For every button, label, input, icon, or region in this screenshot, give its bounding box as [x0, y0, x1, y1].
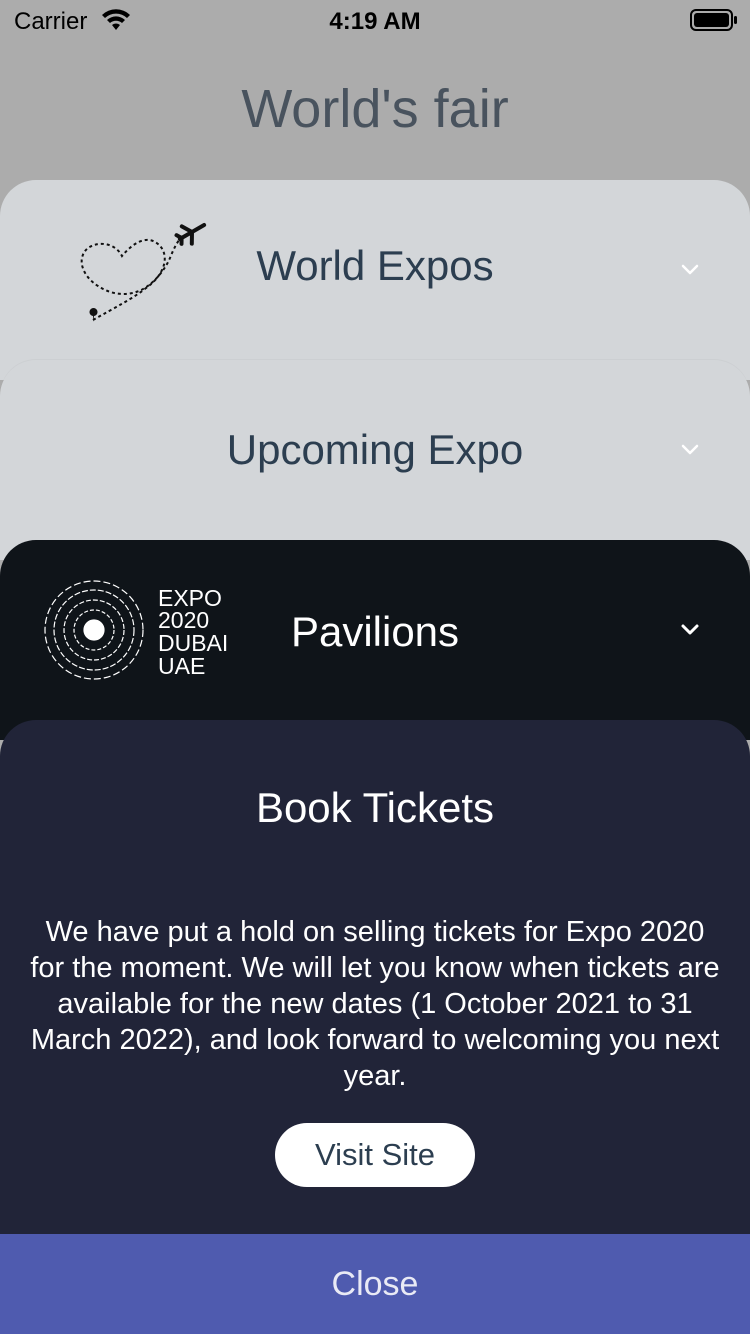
status-bar: Carrier 4:19 AM [0, 0, 750, 40]
chevron-down-icon[interactable] [676, 616, 704, 644]
visit-site-button[interactable]: Visit Site [275, 1123, 475, 1187]
page-title: World's fair [241, 79, 509, 139]
book-tickets-description: We have put a hold on selling tickets fo… [30, 916, 720, 1092]
upcoming-expo-title: Upcoming Expo [226, 426, 524, 473]
upcoming-expo-card[interactable]: Upcoming Expo [0, 360, 750, 560]
battery-icon [690, 9, 737, 31]
pavilions-title: Pavilions [290, 608, 460, 655]
chevron-down-icon[interactable] [676, 256, 704, 284]
world-expos-card[interactable]: World Expos [0, 180, 750, 380]
status-time: 4:19 AM [329, 8, 421, 35]
world-expos-title: World Expos [256, 242, 494, 289]
pavilions-card[interactable]: EXPO 2020 DUBAI UAE Pavilions [0, 540, 750, 740]
logo-line-country: UAE [158, 653, 205, 679]
chevron-down-icon[interactable] [676, 436, 704, 464]
close-button[interactable]: Close [0, 1234, 750, 1334]
book-tickets-title: Book Tickets [255, 784, 495, 831]
